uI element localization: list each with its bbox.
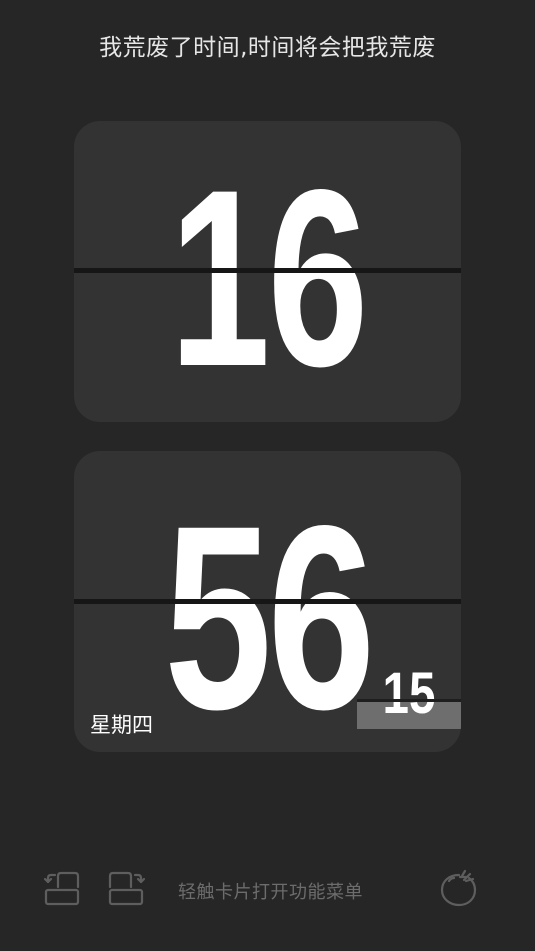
minutes-flip-card[interactable]: 56 星期四 15 [74, 451, 461, 752]
card-split-line [74, 268, 461, 273]
hours-digits: 16 [169, 138, 368, 419]
quote-text: 我荒废了时间,时间将会把我荒废 [99, 35, 436, 61]
weekday-label: 星期四 [90, 713, 153, 737]
rotate-left-icon[interactable] [43, 870, 82, 908]
menu-hint-text: 轻触卡片打开功能菜单 [178, 882, 363, 903]
seconds-flip-card: 15 [357, 665, 461, 729]
hours-flip-card[interactable]: 16 [74, 121, 461, 422]
seconds-digits: 15 [382, 665, 436, 726]
card-split-line [74, 599, 461, 604]
tomato-timer-icon[interactable] [440, 868, 478, 907]
seconds-split-line [357, 699, 461, 702]
rotate-right-icon[interactable] [108, 870, 146, 908]
